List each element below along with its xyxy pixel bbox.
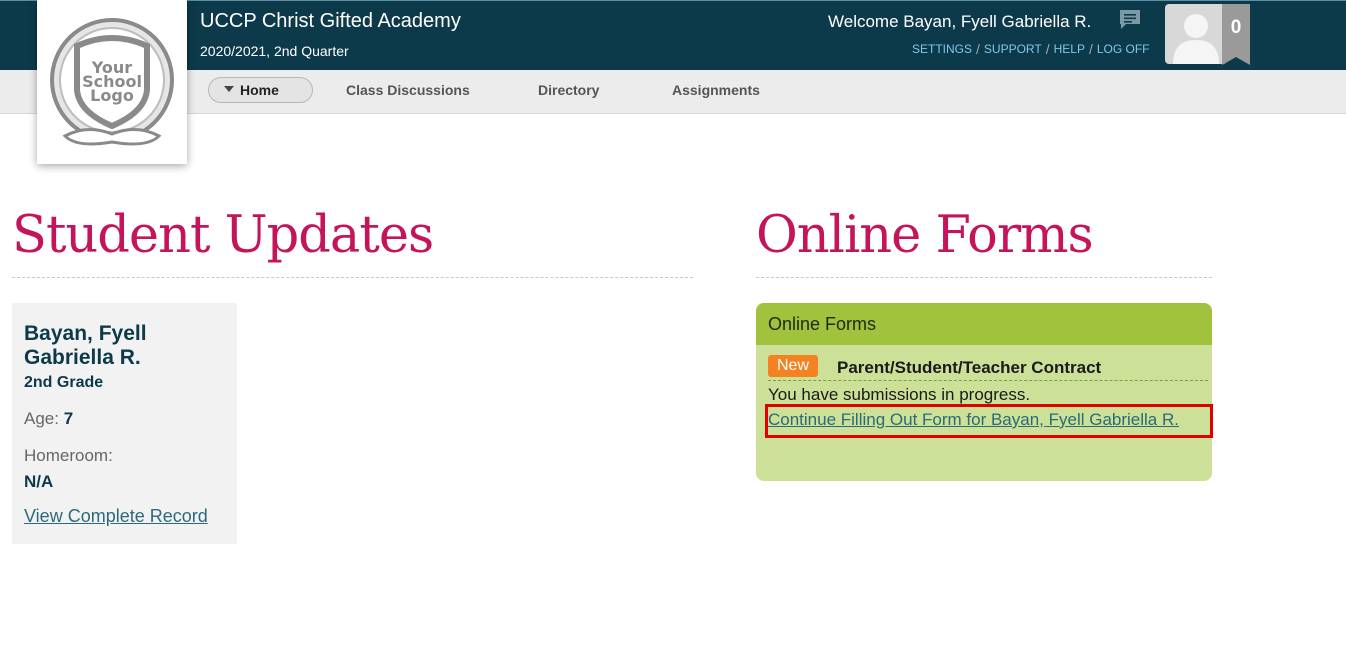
nav-item-label: Home bbox=[240, 82, 279, 98]
form-status: You have submissions in progress. bbox=[768, 385, 1031, 404]
homeroom-value: N/A bbox=[24, 472, 54, 491]
help-link[interactable]: HELP bbox=[1054, 42, 1085, 56]
new-badge: New bbox=[768, 355, 819, 377]
student-card: Bayan, Fyell Gabriella R. 2nd Grade Age:… bbox=[12, 303, 237, 544]
nav-item-assignments[interactable]: Assignments bbox=[672, 82, 760, 98]
link-separator: / bbox=[976, 41, 980, 57]
school-name: UCCP Christ Gifted Academy bbox=[200, 10, 461, 32]
notification-count-badge[interactable]: 0 bbox=[1222, 4, 1250, 65]
student-grade: 2nd Grade bbox=[24, 374, 104, 391]
link-separator: / bbox=[1088, 41, 1093, 57]
online-forms-panel: Online Forms New Parent/Student/Teacher … bbox=[756, 303, 1212, 481]
student-name: Bayan, Fyell Gabriella R. bbox=[24, 322, 147, 369]
message-icon[interactable] bbox=[1118, 8, 1142, 32]
age-label: Age: bbox=[24, 409, 59, 428]
forms-panel-header: Online Forms bbox=[756, 303, 1212, 345]
user-silhouette-icon bbox=[1173, 14, 1219, 64]
student-age: Age: 7 bbox=[24, 409, 225, 429]
view-complete-record-link[interactable]: View Complete Record bbox=[24, 506, 208, 527]
support-link[interactable]: SUPPORT bbox=[984, 42, 1042, 56]
settings-link[interactable]: SETTINGS bbox=[912, 42, 972, 56]
caret-down-icon bbox=[224, 86, 234, 92]
link-separator: / bbox=[1045, 41, 1050, 57]
nav-item-home[interactable]: Home bbox=[208, 77, 313, 103]
form-divider bbox=[768, 380, 1208, 381]
highlight-box bbox=[765, 404, 1213, 438]
school-crest-icon: Your School Logo bbox=[50, 18, 174, 146]
online-forms-heading: Online Forms bbox=[756, 206, 1094, 265]
welcome-text: Welcome Bayan, Fyell Gabriella R. bbox=[828, 12, 1092, 31]
form-title[interactable]: Parent/Student/Teacher Contract bbox=[837, 358, 1101, 378]
nav-item-directory[interactable]: Directory bbox=[538, 82, 599, 98]
homeroom-label: Homeroom: bbox=[24, 446, 113, 465]
log-off-link[interactable]: LOG OFF bbox=[1097, 42, 1150, 56]
form-row: New Parent/Student/Teacher Contract bbox=[756, 345, 1212, 380]
section-divider bbox=[756, 277, 1212, 278]
term-label: 2020/2021, 2nd Quarter bbox=[200, 43, 349, 59]
student-updates-heading: Student Updates bbox=[12, 206, 434, 265]
main-nav: Home Class Discussions Directory Assignm… bbox=[0, 70, 1346, 114]
age-value: 7 bbox=[63, 409, 74, 428]
section-divider bbox=[12, 277, 693, 278]
top-bar: UCCP Christ Gifted Academy 2020/2021, 2n… bbox=[0, 0, 1346, 70]
top-links: SETTINGS / SUPPORT / HELP / LOG OFF bbox=[912, 41, 1150, 57]
school-logo[interactable]: Your School Logo bbox=[37, 0, 187, 164]
avatar[interactable] bbox=[1165, 4, 1227, 64]
logo-text: Logo bbox=[90, 86, 134, 105]
nav-item-class-discussions[interactable]: Class Discussions bbox=[346, 82, 470, 98]
